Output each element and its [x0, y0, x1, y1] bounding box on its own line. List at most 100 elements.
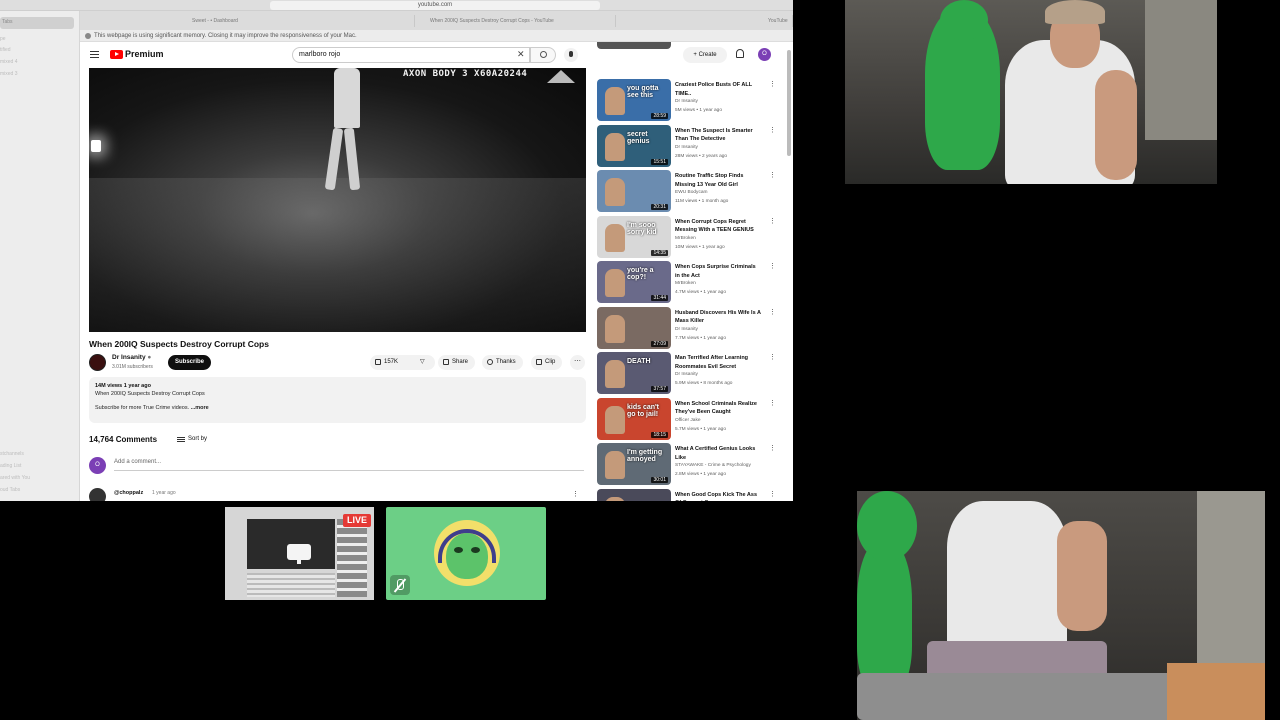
recommendation-item[interactable]: I'm sooo sorry kid 14:35 When Corrupt Cops… — [597, 215, 787, 261]
channel-avatar[interactable] — [89, 354, 106, 371]
browser-tab[interactable]: Sweet - • Dashboard — [180, 15, 415, 27]
search-input[interactable]: marlboro rojo — [292, 47, 530, 63]
recommendation-options-button[interactable]: ⋮ — [769, 399, 776, 407]
youtube-logo-icon[interactable] — [110, 50, 123, 59]
clip-button[interactable]: Clip — [531, 355, 563, 370]
recommendation-channel[interactable]: Dr Insanity — [675, 327, 698, 332]
recommendation-title[interactable]: When School Criminals Realize They've Be… — [675, 400, 761, 417]
recommendation-thumbnail[interactable] — [597, 488, 671, 501]
thanks-button[interactable]: Thanks — [482, 355, 523, 370]
recommendation-channel[interactable]: EWU Bodycam — [675, 190, 708, 195]
sidebar-item[interactable]: oud Tabs — [0, 487, 20, 493]
recommendation-options-button[interactable]: ⋮ — [769, 353, 776, 361]
recommendation-title[interactable]: Craziest Police Busts OF ALL TIME.. — [675, 81, 761, 98]
recommendation-channel[interactable]: STAYAWAKE - Crime & Psychology — [675, 463, 751, 468]
mini-text-preview — [247, 573, 335, 597]
clear-search-icon[interactable]: ✕ — [517, 49, 525, 60]
recommendation-item[interactable]: When Good Cops Kick The Ass Of Corrupt C… — [597, 488, 787, 502]
participant-avatar-tile[interactable] — [386, 507, 546, 600]
recommendation-meta: 5M views • 1 year ago — [675, 108, 723, 113]
sidebar-item[interactable]: Tabs — [2, 19, 13, 25]
dislike-button[interactable]: ▽ — [413, 355, 435, 370]
recommendation-channel[interactable]: MrBroken — [675, 281, 696, 286]
recommendation-options-button[interactable]: ⋮ — [769, 126, 776, 134]
recommendation-item[interactable]: you're a cop?! 31:44 When Cops Surprise Cr… — [597, 261, 787, 306]
add-comment-input[interactable]: Add a comment... — [114, 459, 584, 471]
comment-author[interactable]: @choppalz — [114, 490, 143, 496]
browser-tab-active[interactable]: When 200IQ Suspects Destroy Corrupt Cops… — [418, 15, 616, 27]
recommendation-meta: 28M views • 2 years ago — [675, 153, 728, 159]
recommendation-item[interactable]: I'm getting annoyed 30:01 What A Certified… — [597, 443, 787, 488]
recommendation-thumbnail[interactable]: you gotta see this 28:59 — [597, 79, 671, 121]
axon-logo-icon — [547, 70, 575, 83]
recommendation-thumbnail[interactable]: I'm sooo sorry kid 14:35 — [597, 215, 671, 258]
recommendation-title[interactable]: When The Suspect Is Smarter Than The Det… — [675, 127, 761, 144]
recommendation-thumbnail[interactable]: secret genius 15:51 — [597, 124, 671, 167]
share-button[interactable]: Share — [438, 355, 476, 370]
recommendation-title[interactable]: Routine Traffic Stop Finds Missing 13 Ye… — [675, 172, 761, 189]
sidebar-item[interactable]: mixed 4 — [0, 59, 18, 65]
recommendation-channel[interactable]: Dr Insanity — [675, 99, 698, 104]
recommendation-item[interactable]: 20:31 Routine Traffic Stop Finds Missing … — [597, 170, 787, 215]
recommendation-title[interactable]: Man Terrified After Learning Roommates E… — [675, 354, 761, 371]
more-actions-button[interactable]: ⋯ — [570, 355, 585, 370]
recommendation-title[interactable]: Husband Discovers His Wife Is A Mass Kil… — [675, 309, 761, 326]
sort-by-button[interactable]: Sort by — [177, 436, 207, 442]
thumbnail-face — [605, 496, 625, 501]
video-duration: 15:51 — [651, 158, 668, 165]
recommendation-options-button[interactable]: ⋮ — [769, 262, 776, 270]
recommendation-options-button[interactable]: ⋮ — [769, 444, 776, 452]
recommendation-channel[interactable]: Officer Jake — [675, 418, 701, 423]
recommendation-options-button[interactable]: ⋮ — [769, 217, 776, 225]
recommendation-title[interactable]: When Good Cops Kick The Ass Of Corrupt C… — [675, 491, 761, 502]
rec-thumbnail-partial[interactable] — [597, 42, 671, 49]
recommendation-item[interactable]: you gotta see this 28:59 Craziest Police B… — [597, 79, 787, 124]
recommendation-title[interactable]: What A Certified Genius Looks Like — [675, 445, 761, 462]
recommendation-options-button[interactable]: ⋮ — [769, 171, 776, 179]
recommendation-thumbnail[interactable]: I'm getting annoyed 30:01 — [597, 443, 671, 485]
video-frame-legs — [324, 127, 361, 191]
recommendation-channel[interactable]: Dr Insanity — [675, 145, 698, 150]
recommendation-channel[interactable]: MrBroken — [675, 236, 696, 241]
comment-time: 1 year ago — [152, 490, 176, 496]
sidebar-item[interactable]: mixed 3 — [0, 71, 18, 77]
menu-icon[interactable] — [90, 51, 99, 58]
recommendation-thumbnail[interactable]: DEATH 37:57 — [597, 352, 671, 394]
voice-search-icon[interactable] — [564, 48, 578, 62]
page-scrollbar[interactable] — [787, 50, 791, 156]
comment-options-button[interactable]: ⋮ — [572, 490, 579, 498]
recommendation-item[interactable]: kids can't go to jail! 18:15 When School C… — [597, 397, 787, 443]
recommendation-thumbnail[interactable]: 27:09 — [597, 306, 671, 349]
recommendation-channel[interactable]: Dr Insanity — [675, 372, 698, 377]
sidebar-item[interactable]: ared with You — [0, 475, 30, 481]
recommendation-title[interactable]: When Cops Surprise Criminals in the Act — [675, 263, 761, 280]
recommendation-item[interactable]: DEATH 37:57 Man Terrified After Learning R… — [597, 352, 787, 397]
search-button[interactable] — [530, 47, 556, 63]
description-box[interactable]: 14M views 1 year ago When 200IQ Suspects… — [89, 377, 586, 423]
clip-label: Clip — [545, 359, 556, 365]
sidebar-item[interactable]: pe — [0, 36, 6, 42]
recommendation-item[interactable]: secret genius 15:51 When The Suspect Is Sm… — [597, 124, 787, 170]
address-bar[interactable]: youtube.com — [270, 1, 600, 10]
recommendation-item[interactable]: 27:09 Husband Discovers His Wife Is A Mas… — [597, 306, 787, 352]
recommendation-title[interactable]: When Corrupt Cops Regret Messing With a … — [675, 218, 761, 235]
recommendation-options-button[interactable]: ⋮ — [769, 80, 776, 88]
recommendation-thumbnail[interactable]: 20:31 — [597, 170, 671, 212]
recommendation-thumbnail[interactable]: you're a cop?! 31:44 — [597, 261, 671, 303]
sidebar-item[interactable]: ading List — [0, 463, 21, 469]
show-more-link[interactable]: ...more — [191, 405, 209, 411]
sidebar-item[interactable]: tified — [0, 47, 11, 53]
comment-author-avatar[interactable] — [89, 488, 106, 501]
person-arm — [1057, 521, 1107, 631]
muted-mic-icon — [390, 575, 410, 595]
video-player[interactable]: AXON BODY 3 X60A20244 — [89, 68, 586, 332]
recommendation-options-button[interactable]: ⋮ — [769, 490, 776, 498]
sidebar-item[interactable]: stchannels — [0, 451, 24, 457]
recommendation-thumbnail[interactable]: kids can't go to jail! 18:15 — [597, 397, 671, 440]
youtube-logo-text[interactable]: Premium — [125, 49, 164, 59]
channel-name[interactable]: Dr Insanity ● — [112, 354, 151, 361]
recommendation-options-button[interactable]: ⋮ — [769, 308, 776, 316]
subscribe-button[interactable]: Subscribe — [168, 355, 211, 370]
browser-tab[interactable]: YouTube — [756, 15, 793, 27]
video-duration: 28:59 — [651, 113, 668, 119]
